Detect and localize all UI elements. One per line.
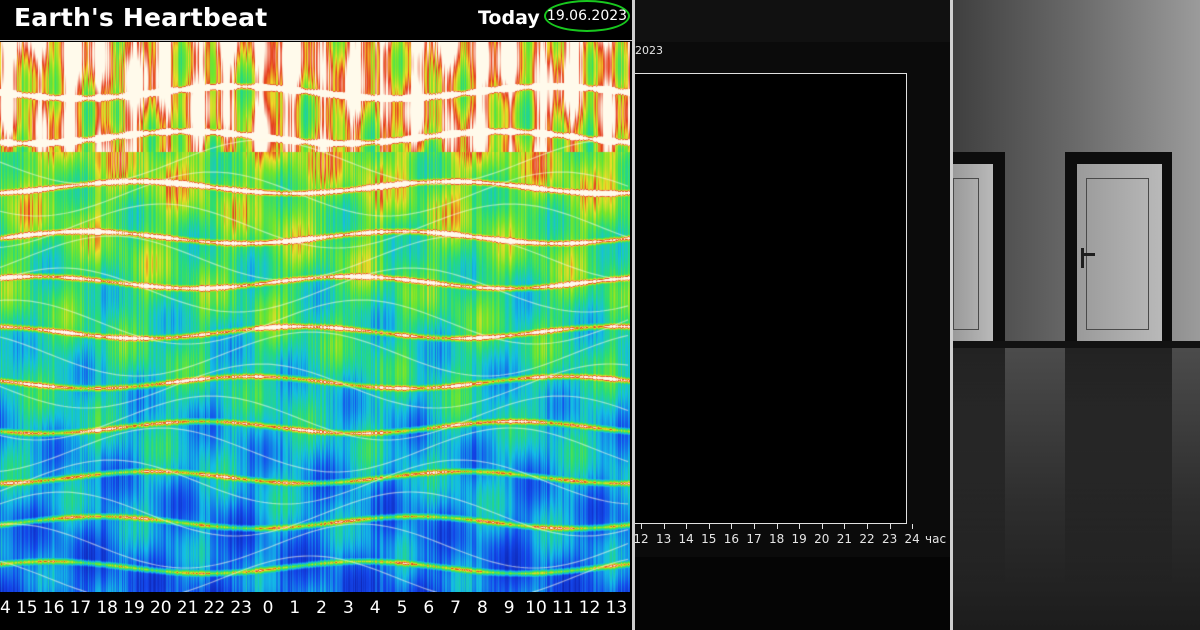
hour-tick-label: 5	[396, 598, 408, 618]
door-left	[953, 164, 993, 345]
hour-tick-label: 3	[342, 598, 354, 618]
hour-tick-label: 22	[859, 532, 875, 546]
bottom-band	[635, 557, 950, 630]
hour-tick-label: 17	[69, 598, 92, 618]
doors-photo	[953, 0, 1200, 630]
hour-tick-label: 21	[836, 532, 853, 546]
door-handle-icon	[1081, 248, 1084, 268]
hour-tick-label: 23	[881, 532, 898, 546]
hour-tick	[844, 524, 846, 529]
hour-tick-label: 23	[230, 598, 253, 618]
date-badge: 19.06.2023	[544, 0, 632, 34]
door-reflection-left	[953, 348, 1005, 588]
door-reflection-right	[1065, 348, 1172, 588]
hour-tick-label: 17	[746, 532, 762, 546]
hour-tick-label: 21	[176, 598, 199, 618]
hour-tick	[708, 524, 710, 529]
hour-tick-label: 2	[316, 598, 328, 618]
hour-axis: 14151617181920212223012345678910111213	[0, 594, 632, 624]
hour-tick	[912, 524, 914, 529]
hour-tick	[641, 524, 642, 529]
axis-unit: час	[925, 532, 947, 546]
hour-tick	[799, 524, 801, 529]
empty-plot-area	[635, 73, 907, 524]
hour-tick-label: 7	[450, 598, 462, 618]
hour-tick-label: 20	[814, 532, 830, 546]
hour-tick-label: 14	[678, 532, 694, 546]
blank-chart-panel: 2023 час 12 13 14 15 16 17 18 19 20 21 22 23 24	[635, 0, 950, 630]
today-label: Today	[478, 7, 540, 29]
top-band	[635, 0, 950, 42]
hour-tick	[754, 524, 755, 529]
hour-tick-label: 16	[723, 532, 740, 546]
hour-tick-label: 8	[476, 598, 488, 618]
title-divider	[0, 40, 632, 41]
hour-tick-label: 13	[655, 532, 672, 546]
hour-tick-label: 16	[42, 598, 65, 618]
hour-tick	[889, 524, 891, 529]
hour-tick-label: 11	[551, 598, 574, 618]
spectrogram-panel: Earth's Heartbeat Today 19.06.2023 14151…	[0, 0, 632, 630]
hour-tick	[686, 524, 688, 529]
hour-tick	[776, 524, 778, 529]
door-lever-icon	[1081, 253, 1095, 256]
hour-tick-label: 20	[149, 598, 172, 618]
schumann-spectrogram	[0, 42, 630, 592]
hour-tick-label: 4	[369, 598, 381, 618]
hour-tick-label: 14	[0, 598, 11, 618]
hour-tick-label: 12	[635, 532, 649, 546]
hour-tick-label: 0	[262, 598, 274, 618]
date-value: 19.06.2023	[546, 8, 628, 24]
baseboard	[953, 341, 1200, 348]
hour-tick-label: 13	[605, 598, 628, 618]
hour-tick-label: 18	[768, 532, 785, 546]
hour-tick-label: 1	[289, 598, 301, 618]
hour-tick-label: 15	[15, 598, 38, 618]
panel-title: Earth's Heartbeat	[14, 3, 268, 32]
hour-tick	[663, 524, 665, 529]
hour-tick-label: 19	[123, 598, 145, 618]
hour-tick-label: 24	[904, 532, 920, 546]
hour-tick-label: 6	[423, 598, 435, 618]
hour-tick-label: 22	[203, 598, 226, 618]
hour-tick-label: 10	[525, 598, 547, 618]
hour-axis-blank: час 12 13 14 15 16 17 18 19 20 21 22 23 24	[635, 524, 950, 552]
hour-tick-label: 19	[791, 532, 807, 546]
hour-tick	[821, 524, 823, 529]
hour-tick	[731, 524, 733, 529]
hour-tick-label: 15	[701, 532, 717, 546]
hour-tick	[867, 524, 868, 529]
hour-tick-label: 12	[578, 598, 601, 618]
hour-tick-label: 9	[503, 598, 515, 618]
date-fragment: 2023	[635, 44, 663, 57]
hour-tick-label: 18	[96, 598, 119, 618]
